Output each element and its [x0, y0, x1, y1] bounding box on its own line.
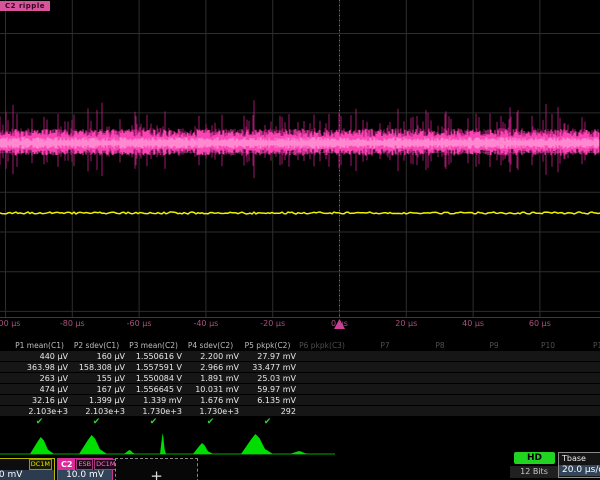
c2-chip: C2 — [58, 459, 75, 470]
measure-row: 474 µV167 µV1.556645 V10.031 mV59.97 mV — [0, 384, 600, 395]
time-axis-label: 40 µs — [462, 319, 484, 328]
histogram-strip — [0, 428, 600, 458]
status-check-icon: ✔ — [239, 417, 296, 428]
measure-value: 1.557591 V — [125, 362, 182, 373]
channel-descriptor-c2[interactable]: C2 ESB DC1M 10.0 mV — [57, 458, 113, 480]
trace-label-c2[interactable]: C2 ripple — [0, 1, 50, 11]
measure-header-row: P1 mean(C1)P2 sdev(C1)P3 mean(C2)P4 sdev… — [0, 340, 600, 351]
channel-descriptor-c1[interactable]: C1 DC1M 10.0 mV — [0, 458, 55, 480]
measure-value: 2.200 mV — [182, 351, 239, 362]
measure-header[interactable]: P2 sdev(C1) — [68, 340, 125, 351]
measure-value: 160 µV — [68, 351, 125, 362]
c1-coupling-badge: DC1M — [29, 459, 52, 470]
time-axis-label: 0 µs — [331, 319, 348, 328]
time-axis-label: -60 µs — [127, 319, 152, 328]
time-axis-label: 20 µs — [395, 319, 417, 328]
measure-value: 1.550616 V — [125, 351, 182, 362]
timebase-descriptor[interactable]: Tbase 20.0 µs/div — [558, 452, 600, 478]
measure-value: 10.031 mV — [182, 384, 239, 395]
measure-row: 2.103e+32.103e+31.730e+31.730e+3292 — [0, 406, 600, 417]
add-trace-button[interactable]: + — [115, 458, 198, 480]
measure-header[interactable]: P1 mean(C1) — [11, 340, 68, 351]
measure-value: 1.676 mV — [182, 395, 239, 406]
measure-row: 32.16 µV1.399 µV1.339 mV1.676 mV6.135 mV — [0, 395, 600, 406]
time-axis-label: 60 µs — [529, 319, 551, 328]
measure-header-inactive[interactable]: P8 — [435, 340, 444, 351]
time-axis-label: -100 µs — [0, 319, 20, 328]
waveform-grid — [0, 0, 600, 332]
measure-row: 263 µV155 µV1.550084 V1.891 mV25.03 mV — [0, 373, 600, 384]
measure-value: 27.97 mV — [239, 351, 296, 362]
measure-value: 292 — [239, 406, 296, 417]
measure-value: 474 µV — [11, 384, 68, 395]
measure-header-inactive[interactable]: P7 — [380, 340, 389, 351]
measure-header-inactive[interactable]: P11 — [593, 340, 600, 351]
c2-scale: 10.0 mV — [58, 470, 112, 480]
measure-row: 440 µV160 µV1.550616 V2.200 mV27.97 mV — [0, 351, 600, 362]
measure-value: 6.135 mV — [239, 395, 296, 406]
measure-header-inactive[interactable]: P6 pkpk(C3) — [299, 340, 345, 351]
measure-value: 25.03 mV — [239, 373, 296, 384]
status-check-icon: ✔ — [11, 417, 68, 428]
measure-value: 2.966 mV — [182, 362, 239, 373]
measure-value: 1.730e+3 — [182, 406, 239, 417]
measure-value: 33.477 mV — [239, 362, 296, 373]
measure-value: 167 µV — [68, 384, 125, 395]
measure-value: 363.98 µV — [11, 362, 68, 373]
c2-coupling-badge: DC1M — [94, 459, 117, 470]
measure-value: 1.339 mV — [125, 395, 182, 406]
time-axis-label: -40 µs — [193, 319, 218, 328]
measure-header[interactable]: P3 mean(C2) — [125, 340, 182, 351]
measure-header-inactive[interactable]: P9 — [489, 340, 498, 351]
measure-status-row: ✔✔✔✔✔ — [0, 417, 600, 428]
measure-value: 263 µV — [11, 373, 68, 384]
oscilloscope-screen: C2 ripple -100 µs -80 µs -60 µs -40 µs -20 µ… — [0, 0, 600, 480]
measure-header-inactive[interactable]: P10 — [541, 340, 555, 351]
measure-value: 440 µV — [11, 351, 68, 362]
c2-eres-badge: ESB — [76, 459, 93, 470]
measure-value: 2.103e+3 — [11, 406, 68, 417]
measure-value: 32.16 µV — [11, 395, 68, 406]
status-check-icon: ✔ — [125, 417, 182, 428]
status-check-icon: ✔ — [68, 417, 125, 428]
measure-value: 1.556645 V — [125, 384, 182, 395]
tbase-value: 20.0 µs/div — [559, 465, 600, 476]
measure-value: 155 µV — [68, 373, 125, 384]
hd-mode-badge[interactable]: HD — [514, 452, 555, 464]
time-axis-labels: -100 µs -80 µs -60 µs -40 µs -20 µs 0 µs 20 µs… — [0, 319, 600, 331]
measure-value: 1.399 µV — [68, 395, 125, 406]
c1-scale: 10.0 mV — [0, 470, 54, 480]
status-check-icon: ✔ — [182, 417, 239, 428]
measure-value: 1.730e+3 — [125, 406, 182, 417]
resolution-bits: 12 Bits — [510, 466, 558, 478]
time-axis-label: -80 µs — [60, 319, 85, 328]
measure-value: 1.550084 V — [125, 373, 182, 384]
measure-header[interactable]: P4 sdev(C2) — [182, 340, 239, 351]
measure-value: 59.97 mV — [239, 384, 296, 395]
time-axis-label: -20 µs — [260, 319, 285, 328]
measure-value: 158.308 µV — [68, 362, 125, 373]
tbase-label: Tbase — [559, 453, 600, 465]
measure-value: 2.103e+3 — [68, 406, 125, 417]
measure-value: 1.891 mV — [182, 373, 239, 384]
measure-header[interactable]: P5 pkpk(C2) — [239, 340, 296, 351]
measure-table: P1 mean(C1)P2 sdev(C1)P3 mean(C2)P4 sdev… — [0, 340, 600, 428]
measure-row: 363.98 µV158.308 µV1.557591 V2.966 mV33.… — [0, 362, 600, 373]
